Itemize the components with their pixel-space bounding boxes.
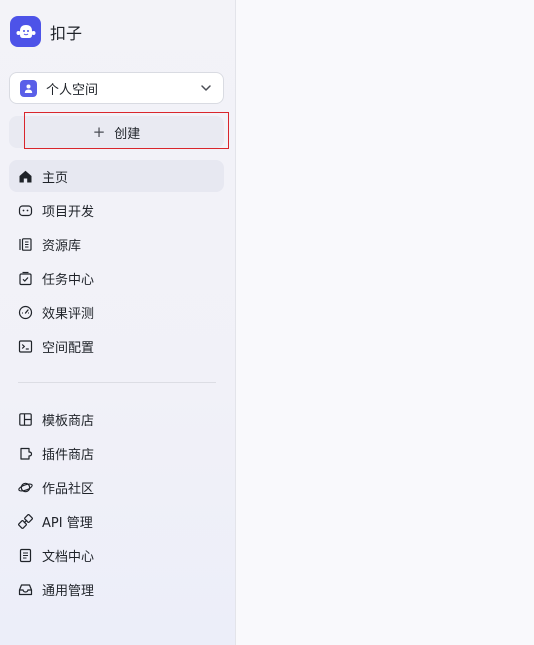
nav-item-label: 任务中心: [42, 272, 95, 288]
terminal-icon: [18, 339, 33, 354]
nav-item-label: 文档中心: [42, 549, 95, 565]
sidebar: 扣子 个人空间 + 创建 主页 项目开发 资源库 任务中心 效果评测 空间配置 …: [0, 0, 236, 645]
plus-icon: +: [92, 123, 106, 141]
robot-icon: [18, 203, 33, 218]
library-icon: [18, 237, 33, 252]
nav-item-general-management[interactable]: 通用管理: [9, 573, 224, 605]
user-avatar-icon: [20, 79, 37, 97]
nav-item-label: 主页: [42, 170, 69, 186]
nav-item-community[interactable]: 作品社区: [9, 471, 224, 503]
nav-item-evaluation[interactable]: 效果评测: [9, 296, 224, 328]
nav-item-library[interactable]: 资源库: [9, 228, 224, 260]
nav-item-plugin-store[interactable]: 插件商店: [9, 437, 224, 469]
nav-item-home[interactable]: 主页: [9, 160, 224, 192]
api-icon: [18, 513, 33, 529]
nav-item-label: 空间配置: [42, 340, 95, 356]
nav-item-space-settings[interactable]: 空间配置: [9, 330, 224, 362]
inbox-icon: [18, 582, 33, 597]
brand-logo-icon: [10, 16, 41, 47]
nav-item-project[interactable]: 项目开发: [9, 194, 224, 226]
secondary-nav: 模板商店 插件商店 作品社区 API 管理 文档中心 通用管理: [9, 403, 224, 607]
create-button[interactable]: + 创建: [9, 116, 224, 148]
space-select[interactable]: 个人空间: [9, 72, 224, 104]
gauge-icon: [18, 305, 33, 320]
nav-item-api-management[interactable]: API 管理: [9, 505, 224, 537]
nav-item-label: 模板商店: [42, 413, 95, 429]
nav-item-label: 作品社区: [42, 481, 95, 497]
planet-icon: [18, 480, 33, 495]
home-icon: [18, 169, 33, 184]
document-icon: [18, 548, 33, 563]
nav-item-label: 资源库: [42, 238, 82, 254]
main-content: [237, 0, 534, 645]
space-select-label: 个人空间: [46, 82, 99, 98]
nav-item-template-store[interactable]: 模板商店: [9, 403, 224, 435]
nav-item-label: API 管理: [42, 515, 93, 531]
primary-nav: 主页 项目开发 资源库 任务中心 效果评测 空间配置: [9, 160, 224, 364]
template-icon: [18, 412, 33, 427]
nav-item-docs[interactable]: 文档中心: [9, 539, 224, 571]
brand-name: 扣子: [50, 23, 83, 43]
brand[interactable]: 扣子: [10, 16, 82, 47]
chevron-down-icon: [201, 85, 211, 91]
nav-item-label: 效果评测: [42, 306, 95, 322]
nav-item-label: 通用管理: [42, 583, 95, 599]
task-icon: [18, 271, 33, 286]
plugin-icon: [18, 446, 33, 461]
nav-item-label: 项目开发: [42, 204, 95, 220]
nav-item-task-center[interactable]: 任务中心: [9, 262, 224, 294]
nav-divider: [18, 382, 216, 383]
nav-item-label: 插件商店: [42, 447, 95, 463]
create-button-label: 创建: [114, 126, 141, 142]
